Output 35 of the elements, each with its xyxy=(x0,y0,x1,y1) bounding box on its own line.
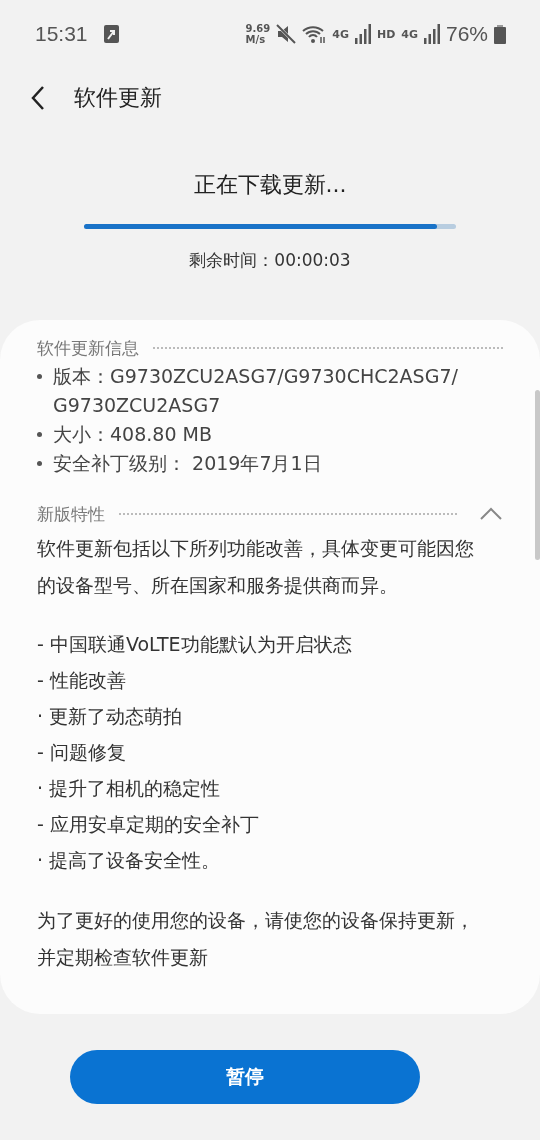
back-button[interactable] xyxy=(30,85,46,111)
network-label: 4G xyxy=(401,27,418,41)
feature-item: - 问题修复 xyxy=(37,740,127,765)
download-status: 正在下载更新... xyxy=(193,171,347,199)
feature-item: · 提高了设备安全性。 xyxy=(37,848,222,873)
bullet-dot xyxy=(37,461,42,466)
signal-icon xyxy=(423,24,440,44)
battery-percent: 76% xyxy=(445,22,488,46)
signal-icon xyxy=(354,24,371,44)
battery-icon xyxy=(494,24,506,44)
network-speed: 9.69 M/s xyxy=(245,23,271,45)
section-title: 软件更新信息 xyxy=(37,336,139,360)
network-label: 4G xyxy=(332,27,349,41)
collapse-button[interactable] xyxy=(479,507,503,521)
mute-icon xyxy=(276,24,297,44)
info-item: 大小：408.80 MB xyxy=(53,422,212,447)
feature-item: · 更新了动态萌拍 xyxy=(37,704,184,729)
wifi-icon xyxy=(302,24,327,44)
pause-button[interactable]: 暂停 xyxy=(70,1050,420,1104)
feature-item: - 性能改善 xyxy=(37,668,127,693)
notification-icon xyxy=(103,25,119,43)
bullet-dot xyxy=(37,374,42,379)
info-item: 安全补丁级别： 2019年7月1日 xyxy=(53,451,322,476)
clock: 15:31 xyxy=(35,22,88,46)
hd-label: HD xyxy=(376,27,396,41)
bullet-dot xyxy=(37,432,42,437)
feature-item: - 中国联通VoLTE功能默认为开启状态 xyxy=(37,632,353,657)
feature-item: - 应用安卓定期的安全补丁 xyxy=(37,812,260,837)
info-item: 版本：G9730ZCU2ASG7/G9730CHC2ASG7/ G9730ZCU2ASG7 xyxy=(53,364,459,418)
page-title: 软件更新 xyxy=(74,84,162,112)
feature-note: 为了更好的使用您的设备，请使您的设备保持更新，并定期检查软件更新 xyxy=(37,908,475,970)
section-title: 新版特性 xyxy=(37,502,105,526)
feature-intro: 软件更新包括以下所列功能改善，具体变更可能因您的设备型号、所在国家和服务提供商而异。 xyxy=(37,536,475,598)
remaining-time: 剩余时间：00:00:03 xyxy=(189,249,351,272)
feature-item: · 提升了相机的稳定性 xyxy=(37,776,222,801)
